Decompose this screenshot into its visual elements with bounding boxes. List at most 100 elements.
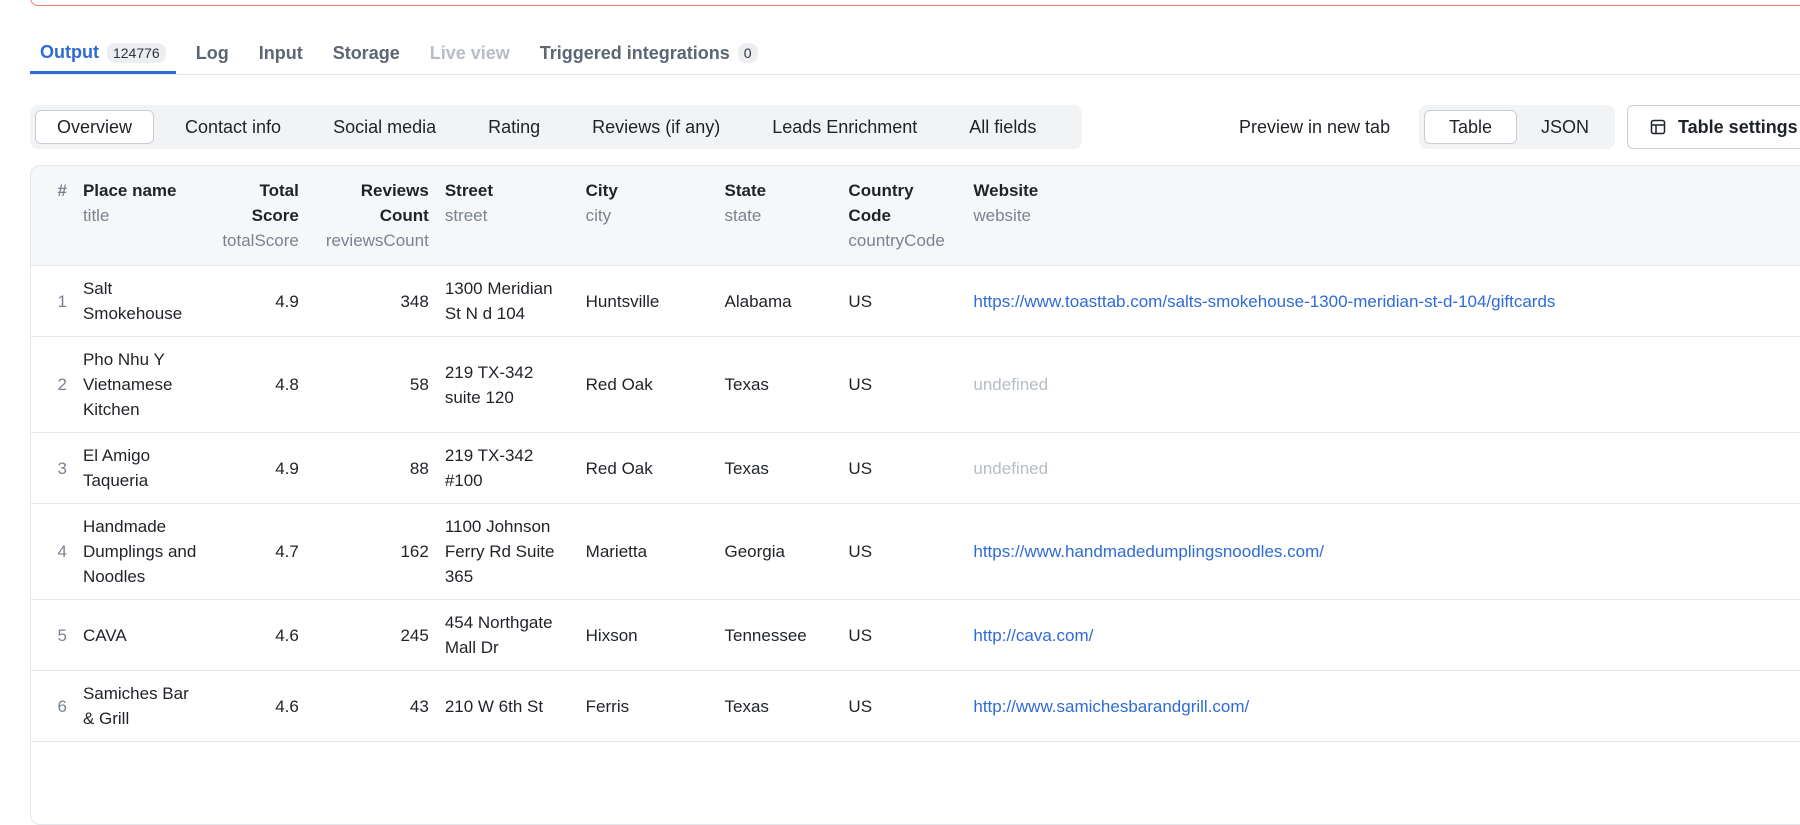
tab-label: Output — [40, 42, 99, 62]
column-field-key: city — [585, 206, 612, 225]
cell-state: Texas — [716, 432, 841, 504]
cell-reviewscount: 88 — [306, 432, 437, 504]
table-row: 3 El Amigo Taqueria 4.9 88 219 TX-342 #100 Re… — [31, 432, 1800, 504]
cell-countrycode: US — [840, 599, 966, 671]
cell-reviewscount: 245 — [306, 599, 437, 671]
column-field-key: website — [973, 206, 1032, 225]
column-label: Street — [444, 181, 493, 200]
column-header-website[interactable]: Website website — [965, 166, 1800, 266]
cell-street: 210 W 6th St — [436, 670, 578, 742]
tab-label: Live view — [429, 42, 510, 63]
cell-totalscore: 4.8 — [210, 336, 307, 433]
table-row: 5 CAVA 4.6 245 454 Northgate Mall Dr Hixson Te… — [31, 599, 1800, 671]
cell-countrycode: US — [840, 336, 966, 433]
column-field-key: state — [724, 206, 762, 225]
column-header-idx[interactable]: # — [31, 166, 75, 266]
view-leads-enrichment-button[interactable]: Leads Enrichment — [751, 110, 938, 144]
cell-idx: 6 — [31, 670, 75, 742]
column-header-state[interactable]: State state — [716, 166, 841, 266]
column-header-reviewscount[interactable]: Reviews Count reviewsCount — [306, 166, 437, 266]
tab-triggered-integrations[interactable]: Triggered integrations 0 — [530, 34, 768, 72]
table-row: 1 Salt Smokehouse 4.9 348 1300 Meridian St N… — [31, 265, 1800, 337]
cell-title: Pho Nhu Y Vietnamese Kitchen — [74, 336, 211, 433]
website-link[interactable]: http://cava.com/ — [973, 626, 1093, 645]
cell-city: Red Oak — [577, 432, 717, 504]
column-field-key: totalScore — [222, 231, 299, 250]
column-label: Website — [973, 181, 1039, 200]
column-header-street[interactable]: Street street — [436, 166, 578, 266]
website-link[interactable]: http://www.samichesbarandgrill.com/ — [973, 697, 1249, 716]
cell-idx: 1 — [31, 265, 75, 337]
cell-countrycode: US — [840, 265, 966, 337]
column-header-city[interactable]: City city — [577, 166, 717, 266]
table-settings-button[interactable]: Table settings — [1627, 105, 1800, 149]
column-label: State — [724, 181, 767, 200]
tab-label: Input — [258, 42, 303, 63]
tab-storage[interactable]: Storage — [323, 34, 410, 72]
cell-website: undefined — [965, 336, 1800, 433]
cell-countrycode: US — [840, 432, 966, 504]
cell-website: undefined — [965, 432, 1800, 504]
tab-bar: Output 124776 Log Input Storage Live view Trig… — [30, 34, 1800, 75]
table-row: 4 Handmade Dumplings and Noodles 4.7 162 110… — [31, 503, 1800, 600]
cell-state: Tennessee — [716, 599, 841, 671]
cell-city: Huntsville — [577, 265, 717, 337]
view-contact-info-button[interactable]: Contact info — [164, 110, 302, 144]
cell-street: 219 TX-342 suite 120 — [436, 336, 578, 433]
format-json-button[interactable]: JSON — [1517, 110, 1613, 144]
table-settings-label: Table settings — [1678, 116, 1798, 137]
cell-totalscore: 4.6 — [210, 599, 307, 671]
cell-state: Alabama — [716, 265, 841, 337]
view-rating-button[interactable]: Rating — [467, 110, 561, 144]
table-row: 6 Samiches Bar & Grill 4.6 43 210 W 6th St Fe… — [31, 670, 1800, 742]
website-link[interactable]: https://www.handmadedumplingsnoodles.com… — [973, 542, 1324, 561]
cell-state: Texas — [716, 670, 841, 742]
cell-city: Marietta — [577, 503, 717, 600]
cell-state: Texas — [716, 336, 841, 433]
view-overview-button[interactable]: Overview — [35, 110, 155, 144]
format-table-button[interactable]: Table — [1424, 110, 1518, 144]
view-all-fields-button[interactable]: All fields — [948, 110, 1057, 144]
format-selector: Table JSON — [1419, 105, 1615, 149]
column-label: Place name — [82, 181, 177, 200]
column-label: Country Code — [848, 181, 914, 225]
tab-input[interactable]: Input — [249, 34, 313, 72]
cell-city: Ferris — [577, 670, 717, 742]
tab-count-badge: 0 — [737, 43, 758, 63]
cell-totalscore: 4.6 — [210, 670, 307, 742]
cell-city: Red Oak — [577, 336, 717, 433]
column-header-totalscore[interactable]: Total Score totalScore — [210, 166, 307, 266]
column-header-title[interactable]: Place name title — [74, 166, 211, 266]
view-social-media-button[interactable]: Social media — [312, 110, 457, 144]
tab-label: Storage — [332, 42, 400, 63]
preview-in-new-tab-button[interactable]: Preview in new tab — [1225, 105, 1404, 149]
tab-live-view: Live view — [420, 34, 520, 72]
cell-idx: 4 — [31, 503, 75, 600]
column-field-key: countryCode — [848, 231, 945, 250]
cell-countrycode: US — [840, 503, 966, 600]
cell-state: Georgia — [716, 503, 841, 600]
column-label: Total Score — [251, 181, 299, 225]
cell-website: https://www.handmadedumplingsnoodles.com… — [965, 503, 1800, 600]
tab-output[interactable]: Output 124776 — [30, 34, 176, 74]
tab-count-badge: 124776 — [106, 42, 166, 63]
tab-log[interactable]: Log — [186, 34, 239, 72]
table-icon — [1650, 119, 1666, 135]
cell-title: Salt Smokehouse — [74, 265, 211, 337]
column-field-key: reviewsCount — [325, 231, 429, 250]
column-header-countrycode[interactable]: Country Code countryCode — [840, 166, 966, 266]
dataset-table: # Place name title Total Score totalScore Rev… — [30, 165, 1800, 825]
view-reviews-if-any-button[interactable]: Reviews (if any) — [571, 110, 741, 144]
cell-title: Handmade Dumplings and Noodles — [74, 503, 211, 600]
cell-website: http://cava.com/ — [965, 599, 1800, 671]
cell-reviewscount: 162 — [306, 503, 437, 600]
cell-title: El Amigo Taqueria — [74, 432, 211, 504]
cell-reviewscount: 58 — [306, 336, 437, 433]
cell-totalscore: 4.7 — [210, 503, 307, 600]
column-field-key: street — [444, 206, 488, 225]
cell-countrycode: US — [840, 670, 966, 742]
website-link[interactable]: https://www.toasttab.com/salts-smokehous… — [973, 292, 1555, 311]
cell-title: Samiches Bar & Grill — [74, 670, 211, 742]
cell-website: https://www.toasttab.com/salts-smokehous… — [965, 265, 1800, 337]
top-card-border — [30, 0, 1800, 6]
